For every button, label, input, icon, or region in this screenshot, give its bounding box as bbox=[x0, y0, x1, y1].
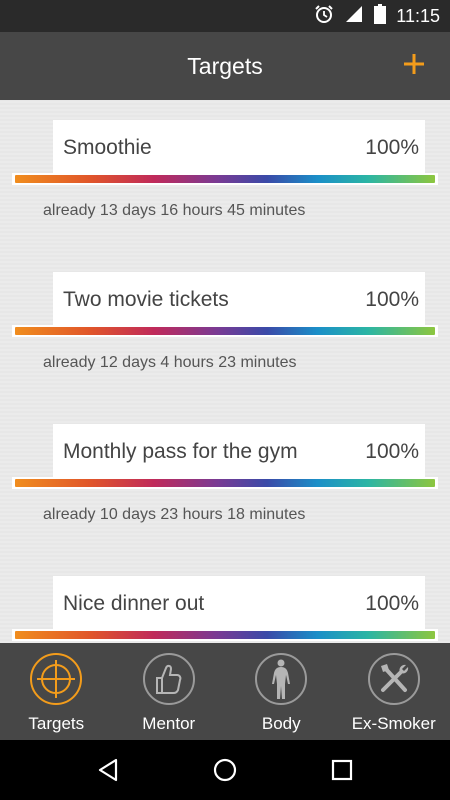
crosshair-icon bbox=[30, 653, 83, 705]
elapsed-time: already 10 days 23 hours 18 minutes bbox=[43, 506, 306, 523]
battery-icon bbox=[374, 3, 387, 29]
list-item[interactable]: Smoothie 100% already 13 days 16 hours 4… bbox=[0, 120, 450, 260]
signal-icon bbox=[344, 4, 364, 29]
target-card[interactable]: Monthly pass for the gym 100% bbox=[53, 424, 425, 479]
back-icon bbox=[99, 758, 118, 782]
target-percent: 100% bbox=[365, 439, 419, 463]
target-percent: 100% bbox=[365, 135, 419, 159]
progress-bar bbox=[12, 173, 438, 185]
progress-fill bbox=[15, 479, 435, 487]
progress-fill bbox=[15, 631, 435, 639]
progress-bar bbox=[12, 325, 438, 337]
clock-time: 11:15 bbox=[396, 5, 440, 26]
nav-ex-smoker[interactable]: Ex-Smoker bbox=[338, 643, 450, 740]
app-screen: 11:15 Targets Smoothie 100% already 13 d… bbox=[0, 0, 450, 800]
nav-body[interactable]: Body bbox=[225, 643, 338, 740]
list-item[interactable]: Two movie tickets 100% already 12 days 4… bbox=[0, 272, 450, 412]
elapsed-time: already 12 days 4 hours 23 minutes bbox=[43, 354, 297, 371]
progress-bar bbox=[12, 629, 438, 641]
back-button[interactable] bbox=[88, 750, 128, 790]
app-toolbar: Targets bbox=[0, 32, 450, 100]
nav-label: Targets bbox=[28, 714, 85, 733]
list-item[interactable]: Monthly pass for the gym 100% already 10… bbox=[0, 424, 450, 564]
nav-mentor[interactable]: Mentor bbox=[113, 643, 226, 740]
target-card[interactable]: Nice dinner out 100% bbox=[53, 576, 425, 631]
nav-label: Mentor bbox=[142, 714, 196, 733]
nav-targets[interactable]: Targets bbox=[0, 643, 113, 740]
tools-icon bbox=[367, 653, 420, 705]
list-item[interactable]: Nice dinner out 100% bbox=[0, 576, 450, 643]
bottom-navigation: Targets Mentor Body Ex-Smoker bbox=[0, 643, 450, 740]
thumbs-up-icon bbox=[142, 653, 195, 705]
target-percent: 100% bbox=[365, 591, 419, 615]
target-percent: 100% bbox=[365, 287, 419, 311]
target-card[interactable]: Smoothie 100% bbox=[53, 120, 425, 175]
nav-label: Body bbox=[261, 714, 301, 733]
target-name: Two movie tickets bbox=[63, 287, 229, 311]
recents-button[interactable] bbox=[322, 750, 362, 790]
alarm-icon bbox=[314, 4, 334, 29]
add-target-button[interactable] bbox=[396, 46, 432, 82]
target-name: Nice dinner out bbox=[63, 591, 205, 615]
progress-bar bbox=[12, 477, 438, 489]
recents-icon bbox=[331, 759, 352, 781]
target-card[interactable]: Two movie tickets 100% bbox=[53, 272, 425, 327]
elapsed-time: already 13 days 16 hours 45 minutes bbox=[43, 202, 306, 219]
plus-icon bbox=[404, 54, 424, 74]
home-icon bbox=[213, 758, 237, 782]
progress-fill bbox=[15, 327, 435, 335]
progress-fill bbox=[15, 175, 435, 183]
home-button[interactable] bbox=[205, 750, 245, 790]
system-navigation-bar bbox=[0, 740, 450, 800]
page-title: Targets bbox=[187, 52, 263, 79]
targets-list[interactable]: Smoothie 100% already 13 days 16 hours 4… bbox=[0, 100, 450, 643]
status-bar: 11:15 bbox=[0, 0, 450, 32]
target-name: Smoothie bbox=[63, 135, 152, 159]
target-name: Monthly pass for the gym bbox=[63, 439, 298, 463]
nav-label: Ex-Smoker bbox=[351, 714, 436, 733]
body-icon bbox=[255, 653, 308, 705]
